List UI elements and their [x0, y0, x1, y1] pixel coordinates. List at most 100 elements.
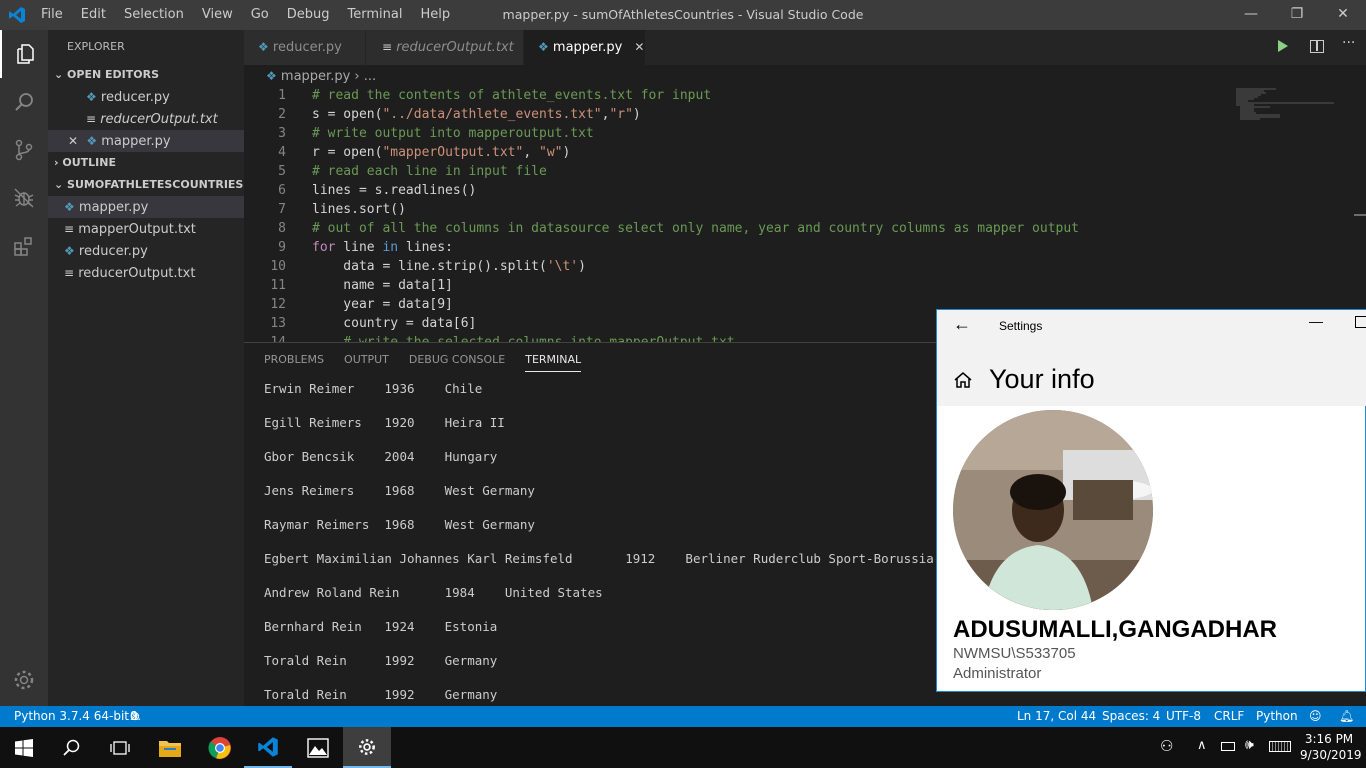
code-line[interactable]: for line in lines:: [312, 240, 453, 255]
tab-reducer[interactable]: ❖ reducer.py: [244, 30, 366, 65]
terminal-line: Egbert Maximilian Johannes Karl Reimsfel…: [264, 551, 949, 566]
close-button[interactable]: ✕: [1320, 0, 1366, 30]
bell-icon[interactable]: 🔔︎: [1339, 706, 1354, 727]
code-line[interactable]: # write output into mapperoutput.txt: [312, 126, 594, 141]
minimize-button[interactable]: —: [1228, 0, 1274, 30]
taskbar: ⚇ ∧ 🕪︎ 3:16 PM 9/30/2019: [0, 727, 1366, 768]
line-number: 14: [244, 335, 286, 342]
language-mode[interactable]: Python: [1256, 706, 1298, 727]
code-line[interactable]: s = open("../data/athlete_events.txt","r…: [312, 107, 641, 122]
breadcrumb: ❖ mapper.py › ...: [244, 65, 1366, 87]
folder-section[interactable]: ⌄ SUMOFATHLETESCOUNTRIES: [48, 174, 244, 196]
settings-minimize-button[interactable]: —: [1309, 313, 1323, 329]
battery-icon[interactable]: [1221, 742, 1235, 751]
tab-output[interactable]: OUTPUT: [344, 353, 389, 372]
open-editor-item[interactable]: ✕ ❖ mapper.py: [48, 130, 244, 152]
back-arrow-icon[interactable]: ←: [953, 314, 971, 335]
breadcrumb-symbol[interactable]: ...: [364, 69, 376, 84]
breadcrumb-file[interactable]: mapper.py: [281, 69, 350, 84]
feedback-icon[interactable]: ☺: [1309, 706, 1322, 727]
terminal-line: Andrew Roland Rein 1984 United States: [264, 585, 603, 600]
keyboard-icon[interactable]: [1269, 741, 1291, 752]
code-line[interactable]: r = open("mapperOutput.txt", "w"): [312, 145, 570, 160]
line-number: 6: [278, 183, 286, 198]
open-editor-item[interactable]: ❖ reducer.py: [48, 86, 244, 108]
home-icon[interactable]: [953, 370, 973, 395]
file-item-mapper[interactable]: ❖ mapper.py: [48, 196, 244, 218]
code-line[interactable]: # read the contents of athlete_events.tx…: [312, 88, 711, 103]
menu-go[interactable]: Go: [242, 0, 278, 30]
code-line[interactable]: # read each line in input file: [312, 164, 547, 179]
settings-taskbar-icon[interactable]: [343, 727, 391, 768]
terminal-line: Bernhard Rein 1924 Estonia: [264, 619, 498, 634]
tab-terminal[interactable]: TERMINAL: [525, 353, 582, 372]
file-item-reduceroutput[interactable]: ≡ reducerOutput.txt: [48, 262, 244, 284]
chevron-up-icon[interactable]: ∧: [1197, 738, 1207, 753]
code-line[interactable]: country = data[6]: [312, 316, 476, 331]
code-editor[interactable]: 1 # read the contents of athlete_events.t…: [244, 87, 1366, 342]
terminal-line: Erwin Reimer 1936 Chile: [264, 381, 483, 396]
code-line[interactable]: data = line.strip().split('\t'): [312, 259, 586, 274]
start-button[interactable]: [0, 727, 48, 768]
split-editor-icon[interactable]: [1310, 40, 1324, 53]
python-file-icon: ❖: [86, 134, 98, 148]
people-icon[interactable]: ⚇: [1160, 737, 1173, 755]
panel-tabs: PROBLEMS OUTPUT DEBUG CONSOLE TERMINAL: [264, 353, 601, 372]
cursor-position[interactable]: Ln 17, Col 44: [1017, 706, 1096, 727]
close-icon[interactable]: ✕: [634, 40, 644, 54]
file-explorer-icon[interactable]: [146, 727, 194, 768]
settings-maximize-button[interactable]: [1355, 316, 1366, 328]
maximize-button[interactable]: ❐: [1274, 0, 1320, 30]
source-control-icon[interactable]: [0, 126, 48, 174]
clock-date: 9/30/2019: [1300, 748, 1362, 762]
menu-file[interactable]: File: [32, 0, 72, 30]
code-line[interactable]: lines = s.readlines(): [312, 183, 476, 198]
code-line[interactable]: # write the selected columns into mapper…: [312, 335, 734, 342]
indentation[interactable]: Spaces: 4: [1102, 706, 1160, 727]
settings-gear-icon[interactable]: [0, 656, 48, 704]
explorer-icon[interactable]: [0, 30, 48, 78]
python-interpreter[interactable]: Python 3.7.4 64-bit: [14, 706, 129, 727]
debug-icon[interactable]: [0, 174, 48, 222]
search-icon[interactable]: [0, 78, 48, 126]
run-icon[interactable]: [1278, 40, 1288, 52]
chrome-icon[interactable]: [196, 727, 244, 768]
menu-debug[interactable]: Debug: [278, 0, 339, 30]
photos-icon[interactable]: [294, 727, 342, 768]
menu-help[interactable]: Help: [411, 0, 459, 30]
minimap[interactable]: [1234, 87, 1354, 127]
code-line[interactable]: name = data[1]: [312, 278, 453, 293]
menu-view[interactable]: View: [193, 0, 242, 30]
line-number: 2: [278, 107, 286, 122]
code-line[interactable]: year = data[9]: [312, 297, 453, 312]
end-of-line[interactable]: CRLF: [1214, 706, 1244, 727]
open-editors-section[interactable]: ⌄ OPEN EDITORS: [48, 64, 244, 86]
tab-reduceroutput[interactable]: ≡ reducerOutput.txt: [366, 30, 524, 65]
task-view-icon[interactable]: [96, 727, 144, 768]
user-name: ADUSUMALLI,GANGADHAR: [953, 616, 1277, 643]
activity-bar: [0, 30, 48, 706]
title-bar: File Edit Selection View Go Debug Termin…: [0, 0, 1366, 30]
open-editor-item[interactable]: ≡ reducerOutput.txt: [48, 108, 244, 130]
menu-selection[interactable]: Selection: [115, 0, 193, 30]
menu-terminal[interactable]: Terminal: [339, 0, 412, 30]
scrollbar[interactable]: [1354, 214, 1366, 216]
file-item-mapperoutput[interactable]: ≡ mapperOutput.txt: [48, 218, 244, 240]
tab-mapper[interactable]: ❖ mapper.py ✕: [524, 30, 646, 65]
search-icon[interactable]: [48, 727, 96, 768]
code-line[interactable]: # out of all the columns in datasource s…: [312, 221, 1079, 236]
tab-problems[interactable]: PROBLEMS: [264, 353, 324, 372]
outline-section[interactable]: › OUTLINE: [48, 152, 244, 174]
volume-icon[interactable]: 🕪︎: [1245, 737, 1254, 753]
menu-edit[interactable]: Edit: [72, 0, 115, 30]
encoding[interactable]: UTF-8: [1166, 706, 1201, 727]
more-actions-icon[interactable]: ···: [1342, 35, 1355, 51]
code-line[interactable]: lines.sort(): [312, 202, 406, 217]
text-file-icon: ≡: [382, 40, 393, 54]
clock[interactable]: 3:16 PM 9/30/2019: [1300, 731, 1362, 763]
close-icon[interactable]: ✕: [68, 134, 78, 148]
file-item-reducer[interactable]: ❖ reducer.py: [48, 240, 244, 262]
vscode-taskbar-icon[interactable]: [244, 727, 292, 768]
tab-debug-console[interactable]: DEBUG CONSOLE: [409, 353, 505, 372]
extensions-icon[interactable]: [0, 222, 48, 270]
